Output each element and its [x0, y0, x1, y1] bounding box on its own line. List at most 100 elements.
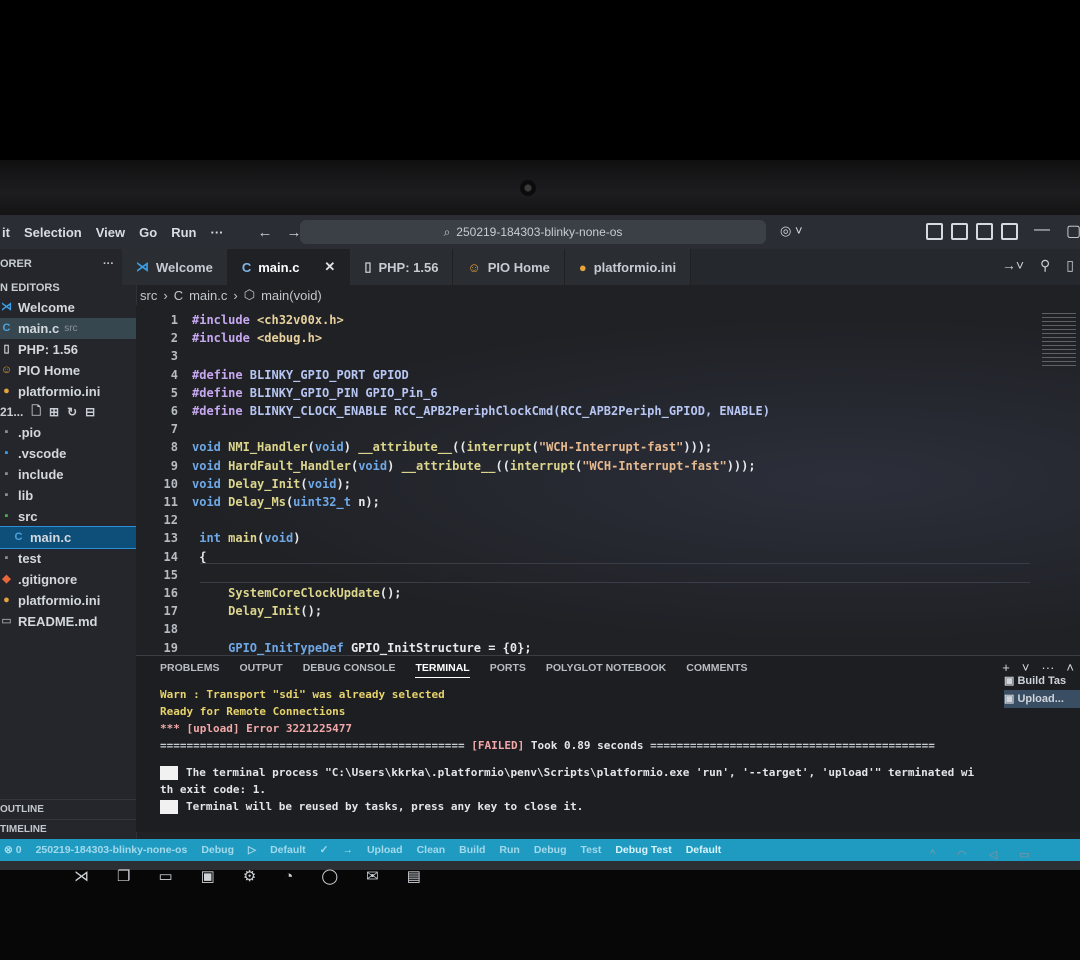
- status-env[interactable]: Default: [270, 844, 306, 856]
- project-label[interactable]: 21...: [0, 405, 23, 419]
- code-line[interactable]: 10 void Delay_Init(void);: [136, 477, 351, 495]
- open-editor-php[interactable]: ▯ PHP: 1.56: [0, 339, 136, 360]
- run-arrow-icon[interactable]: →˅: [1002, 257, 1024, 274]
- toggle-panel-icon[interactable]: [976, 223, 993, 240]
- tab-pio-home[interactable]: ☺ PIO Home: [453, 249, 565, 285]
- tab-output[interactable]: OUTPUT: [240, 662, 283, 678]
- code-line[interactable]: 14 {: [136, 550, 207, 568]
- toggle-sidebar-icon[interactable]: [951, 223, 968, 240]
- code-line[interactable]: 15: [136, 568, 192, 586]
- copilot-icon[interactable]: ◎ ˅: [780, 223, 803, 239]
- tree-item-main-c[interactable]: Cmain.c: [0, 526, 137, 549]
- code-line[interactable]: 18: [136, 622, 192, 640]
- tab-polyglot-notebook[interactable]: POLYGLOT NOTEBOOK: [546, 662, 666, 678]
- app-l-icon[interactable]: ▤: [407, 867, 421, 885]
- tray-chevron-icon[interactable]: ^: [930, 848, 935, 861]
- tab-php[interactable]: ▯ PHP: 1.56: [350, 249, 454, 285]
- split-editor-icon[interactable]: ▯: [1066, 257, 1074, 274]
- whatsapp-icon[interactable]: ◯: [321, 867, 338, 885]
- tab-problems[interactable]: PROBLEMS: [160, 662, 220, 678]
- tab-platformio-ini[interactable]: ● platformio.ini: [564, 249, 692, 285]
- customize-layout-icon[interactable]: [926, 223, 943, 240]
- pin-icon[interactable]: ⚲: [1040, 257, 1050, 274]
- code-line[interactable]: 16 SystemCoreClockUpdate();: [136, 586, 402, 604]
- tab-ports[interactable]: PORTS: [490, 662, 526, 678]
- tab-welcome[interactable]: ⋊ Welcome: [122, 249, 228, 285]
- open-editor-pio-home[interactable]: ☺ PIO Home: [0, 360, 136, 381]
- task-build[interactable]: ▣ Build Tas: [1004, 672, 1080, 690]
- code-line[interactable]: 17 Delay_Init();: [136, 604, 323, 622]
- breadcrumb-folder[interactable]: src: [140, 288, 157, 303]
- settings-icon[interactable]: ⚙: [243, 867, 256, 885]
- menu-selection[interactable]: Selection: [24, 225, 82, 240]
- status-debug-2[interactable]: Debug: [534, 844, 567, 856]
- code-line[interactable]: 4 #define BLINKY_GPIO_PORT GPIOD: [136, 368, 409, 386]
- tree-item-gitignore[interactable]: ◆ .gitignore: [0, 569, 136, 590]
- status-debug[interactable]: Debug: [201, 844, 234, 856]
- new-folder-icon[interactable]: ⊞: [49, 405, 59, 419]
- tree-item-readme[interactable]: ▭ README.md: [0, 611, 136, 632]
- code-line[interactable]: 13 int main(void): [136, 531, 301, 549]
- open-editor-platformio-ini[interactable]: ● platformio.ini: [0, 381, 136, 402]
- tab-terminal[interactable]: TERMINAL: [415, 662, 470, 678]
- breadcrumb-file[interactable]: main.c: [189, 288, 227, 303]
- new-file-icon[interactable]: 🗋: [31, 402, 41, 423]
- code-line[interactable]: 11 void Delay_Ms(uint32_t n);: [136, 495, 380, 513]
- tree-item-include[interactable]: ▪ include: [0, 464, 136, 485]
- status-clean[interactable]: Clean: [417, 844, 446, 856]
- close-icon[interactable]: ✕: [324, 259, 335, 275]
- tree-item-lib[interactable]: ▪ lib: [0, 485, 136, 506]
- status-errors[interactable]: ⊗ 0: [4, 844, 22, 856]
- tree-item-pio[interactable]: ▪ .pio: [0, 422, 136, 443]
- terminal-taskbar-icon[interactable]: ▭: [158, 867, 172, 885]
- menu-go[interactable]: Go: [139, 225, 157, 240]
- battery-icon[interactable]: ▭: [1019, 848, 1029, 861]
- menu-file[interactable]: it: [2, 225, 10, 240]
- menu-view[interactable]: View: [96, 225, 125, 240]
- code-line[interactable]: 5 #define BLINKY_GPIO_PIN GPIO_Pin_6: [136, 386, 438, 404]
- tree-item-vscode[interactable]: ▪ .vscode: [0, 443, 136, 464]
- explorer-more-icon[interactable]: ···: [103, 258, 114, 270]
- status-default[interactable]: Default: [686, 844, 722, 856]
- menu-run[interactable]: Run: [171, 225, 196, 240]
- status-debug-test[interactable]: Debug Test: [615, 844, 671, 856]
- tree-item-platformio-ini[interactable]: ● platformio.ini: [0, 590, 136, 611]
- minimap[interactable]: [1042, 313, 1076, 369]
- mail-icon[interactable]: ✉: [366, 867, 379, 885]
- minimize-icon[interactable]: —: [1034, 221, 1050, 239]
- tab-debug-console[interactable]: DEBUG CONSOLE: [303, 662, 396, 678]
- maximize-icon[interactable]: ▢: [1066, 221, 1080, 241]
- menu-more[interactable]: ···: [210, 225, 223, 240]
- open-editors-section[interactable]: N EDITORS: [0, 279, 136, 297]
- tree-item-src[interactable]: ▪ src: [0, 506, 136, 527]
- command-center[interactable]: ⌕ 250219-184303-blinky-none-os: [300, 220, 766, 244]
- code-line[interactable]: 2 #include <debug.h>: [136, 331, 322, 349]
- tree-item-test[interactable]: ▪ test: [0, 548, 136, 569]
- code-line[interactable]: 3: [136, 349, 192, 367]
- toggle-secondary-sidebar-icon[interactable]: [1001, 223, 1018, 240]
- status-run-icon[interactable]: ▷: [248, 844, 256, 856]
- status-build[interactable]: Build: [459, 844, 485, 856]
- code-line[interactable]: 8 void NMI_Handler(void) __attribute__((i…: [136, 440, 713, 458]
- tab-comments[interactable]: COMMENTS: [686, 662, 747, 678]
- status-build-icon[interactable]: ✓: [320, 844, 329, 856]
- code-line[interactable]: 7: [136, 422, 192, 440]
- code-line[interactable]: 6 #define BLINKY_CLOCK_ENABLE RCC_APB2Per…: [136, 404, 770, 422]
- task-upload[interactable]: ▣ Upload...: [1004, 690, 1080, 708]
- status-upload-icon[interactable]: →: [342, 844, 353, 856]
- status-test[interactable]: Test: [581, 844, 602, 856]
- phone-link-icon[interactable]: ❐: [117, 867, 130, 885]
- open-editor-main-c[interactable]: Cmain.c src: [0, 318, 136, 339]
- code-line[interactable]: 9 void HardFault_Handler(void) __attribut…: [136, 459, 756, 477]
- wifi-icon[interactable]: ◠: [957, 848, 967, 861]
- timeline-section[interactable]: TIMELINE: [0, 819, 136, 840]
- refresh-icon[interactable]: ↻: [67, 405, 77, 419]
- edge-icon[interactable]: ◔: [284, 868, 293, 885]
- code-line[interactable]: 12: [136, 513, 192, 531]
- open-editor-welcome[interactable]: ⋊ Welcome: [0, 297, 136, 318]
- status-project[interactable]: 250219-184303-blinky-none-os: [36, 844, 188, 856]
- volume-icon[interactable]: ◁: [989, 848, 997, 861]
- terminal-output[interactable]: Warn : Transport "sdi" was already selec…: [160, 686, 990, 815]
- status-run[interactable]: Run: [499, 844, 519, 856]
- breadcrumb-symbol[interactable]: main(void): [261, 288, 322, 303]
